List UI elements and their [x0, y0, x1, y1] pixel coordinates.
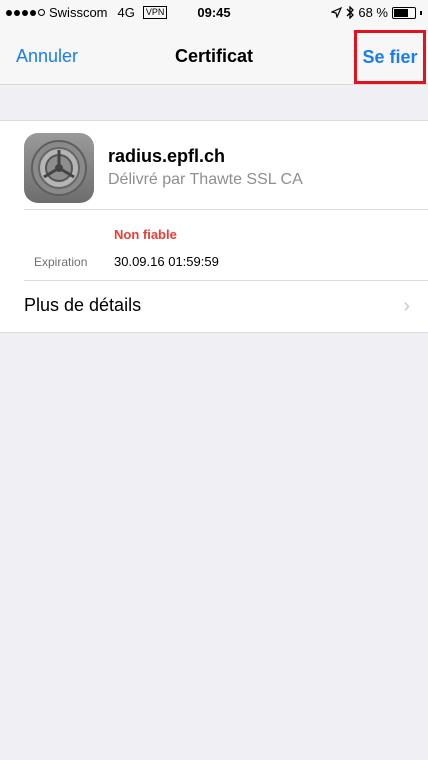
divider — [24, 209, 428, 210]
status-left: Swisscom 4G VPN — [6, 5, 168, 20]
expiration-label: Expiration — [34, 255, 88, 269]
status-right: 68 % — [331, 5, 422, 20]
trust-status: Non fiable — [114, 227, 177, 242]
more-details-row[interactable]: Plus de détails › — [0, 281, 428, 331]
more-details-label: Plus de détails — [24, 295, 142, 315]
bluetooth-icon — [346, 6, 355, 19]
battery-cap — [420, 10, 422, 15]
certificate-name: radius.epfl.ch — [108, 146, 226, 166]
vpn-badge: VPN — [142, 6, 168, 19]
settings-gear-icon — [24, 133, 94, 203]
status-bar: Swisscom 4G VPN 09:45 68 % — [0, 0, 428, 26]
location-arrow-icon — [331, 7, 343, 18]
expiration-value: 30.09.16 01:59:59 — [114, 254, 219, 269]
trust-button[interactable]: Se fier — [354, 30, 426, 84]
carrier-name: Swisscom — [49, 5, 108, 20]
chevron-right-icon: › — [403, 295, 410, 317]
battery-icon — [392, 6, 416, 19]
network-type: 4G — [117, 5, 135, 20]
certificate-issuer: Délivré par Thawte SSL CA — [108, 171, 303, 188]
certificate-card: radius.epfl.ch Délivré par Thawte SSL CA… — [0, 120, 428, 333]
trust-button-label: Se fier — [362, 46, 418, 67]
signal-strength-icon — [6, 9, 45, 16]
battery-percentage: 68 % — [358, 5, 388, 20]
navigation-bar: Annuler Certificat Se fier — [0, 26, 428, 85]
